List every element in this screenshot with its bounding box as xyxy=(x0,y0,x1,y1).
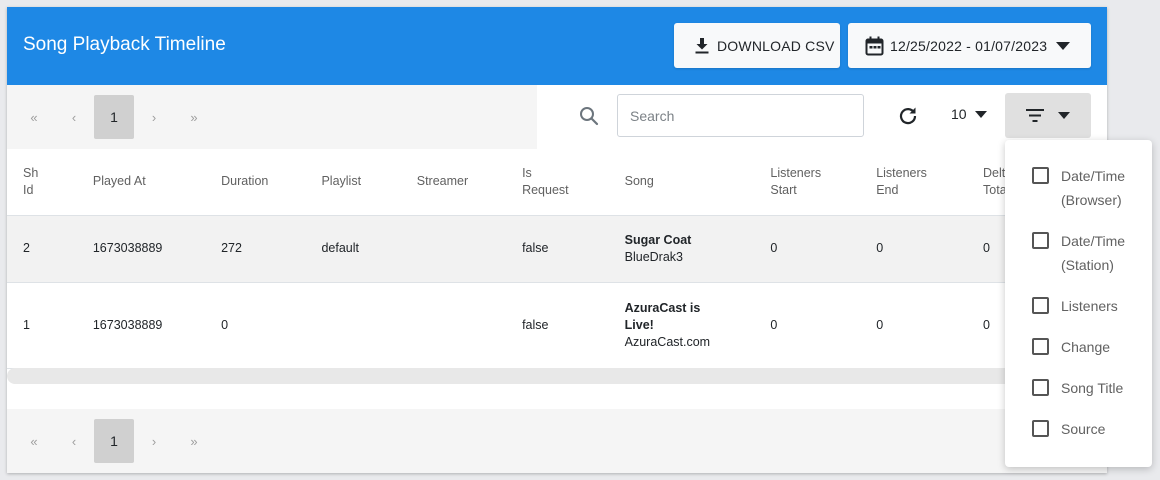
caret-down-icon xyxy=(1058,112,1070,119)
column-header-playlist[interactable]: Playlist xyxy=(305,149,401,216)
column-toggle-datetime-browser[interactable]: Date/Time (Browser) xyxy=(1032,164,1151,212)
filter-icon xyxy=(1026,109,1044,122)
column-toggle-label: Source xyxy=(1061,421,1106,437)
page-current-button[interactable]: 1 xyxy=(94,419,134,463)
song-title: Sugar Coat xyxy=(624,232,692,247)
column-toggle-label: Date/Time (Station) xyxy=(1061,233,1126,273)
cell-listeners-end: 0 xyxy=(860,215,968,283)
timeline-table: Sh Id Played At Duration Playlist Stream… xyxy=(7,149,1107,369)
page-current-button[interactable]: 1 xyxy=(94,95,134,139)
download-icon xyxy=(695,37,709,53)
column-toggle-label: Change xyxy=(1061,339,1111,355)
cell-is-request: false xyxy=(506,215,609,283)
column-toggle-change[interactable]: Change xyxy=(1032,335,1151,359)
column-header-sh-id[interactable]: Sh Id xyxy=(7,149,77,216)
column-header-listeners-start[interactable]: Listeners Start xyxy=(754,149,861,216)
page-next-button[interactable]: › xyxy=(134,95,174,139)
per-page-select[interactable]: 10 xyxy=(951,106,987,122)
column-toggle-label: Song Title xyxy=(1061,380,1124,396)
column-header-played-at[interactable]: Played At xyxy=(76,149,206,216)
pagination-top: « ‹ 1 › » xyxy=(7,85,537,149)
cell-duration: 272 xyxy=(205,215,306,283)
download-csv-button[interactable]: DOWNLOAD CSV xyxy=(674,23,840,68)
column-visibility-menu: Date/Time (Browser) Date/Time (Station) … xyxy=(1005,140,1152,467)
column-toggle-label: Date/Time (Browser) xyxy=(1061,168,1126,208)
table-row: 2 1673038889 272 default false Sugar Coa… xyxy=(7,215,1107,283)
checkbox[interactable] xyxy=(1032,338,1049,355)
cell-streamer xyxy=(400,282,507,369)
refresh-icon[interactable] xyxy=(898,106,918,126)
cell-played-at: 1673038889 xyxy=(76,215,206,283)
cell-playlist: default xyxy=(305,215,401,283)
page-last-button[interactable]: » xyxy=(174,419,214,463)
table-header-row: Sh Id Played At Duration Playlist Stream… xyxy=(7,149,1107,216)
cell-listeners-start: 0 xyxy=(754,282,861,369)
checkbox[interactable] xyxy=(1032,167,1049,184)
table-row: 1 1673038889 0 false AzuraCast is Live! … xyxy=(7,282,1107,369)
cell-listeners-end: 0 xyxy=(860,282,968,369)
column-toggle-label: Listeners xyxy=(1061,298,1118,314)
cell-is-request: false xyxy=(506,282,609,369)
cell-duration: 0 xyxy=(205,282,306,369)
date-range-label: 12/25/2022 - 01/07/2023 xyxy=(890,37,1048,54)
calendar-icon xyxy=(865,36,884,55)
column-filter-button[interactable] xyxy=(1005,93,1091,138)
column-header-duration[interactable]: Duration xyxy=(205,149,306,216)
checkbox[interactable] xyxy=(1032,232,1049,249)
pagination-bottom: « ‹ 1 › » xyxy=(7,409,1107,473)
timeline-card: Song Playback Timeline DOWNLOAD CSV 12/2… xyxy=(7,7,1107,473)
cell-sh-id: 2 xyxy=(7,215,77,283)
page-prev-button[interactable]: ‹ xyxy=(54,95,94,139)
column-toggle-listeners[interactable]: Listeners xyxy=(1032,294,1151,318)
checkbox[interactable] xyxy=(1032,379,1049,396)
card-header: Song Playback Timeline DOWNLOAD CSV 12/2… xyxy=(7,7,1107,85)
date-range-button[interactable]: 12/25/2022 - 01/07/2023 xyxy=(848,23,1091,68)
checkbox[interactable] xyxy=(1032,420,1049,437)
horizontal-scrollbar[interactable] xyxy=(7,368,1107,384)
cell-played-at: 1673038889 xyxy=(76,282,206,369)
cell-song: Sugar Coat BlueDrak3 xyxy=(608,215,755,283)
search-input[interactable] xyxy=(617,94,864,137)
page-next-button[interactable]: › xyxy=(134,419,174,463)
song-artist: AzuraCast.com xyxy=(624,334,711,349)
column-header-listeners-end[interactable]: Listeners End xyxy=(860,149,968,216)
caret-down-icon xyxy=(1056,41,1071,50)
cell-song: AzuraCast is Live! AzuraCast.com xyxy=(608,282,755,369)
download-csv-label: DOWNLOAD CSV xyxy=(717,37,835,54)
cell-sh-id: 1 xyxy=(7,282,77,369)
column-toggle-source[interactable]: Source xyxy=(1032,417,1151,441)
page-title: Song Playback Timeline xyxy=(23,34,226,55)
cell-listeners-start: 0 xyxy=(754,215,861,283)
cell-streamer xyxy=(400,215,507,283)
song-artist: BlueDrak3 xyxy=(624,249,684,264)
column-header-song[interactable]: Song xyxy=(608,149,755,216)
cell-playlist xyxy=(305,282,401,369)
search-icon xyxy=(580,107,599,126)
per-page-value: 10 xyxy=(951,106,967,122)
column-header-is-request[interactable]: Is Request xyxy=(506,149,609,216)
page-first-button[interactable]: « xyxy=(14,95,54,139)
column-toggle-song-title[interactable]: Song Title xyxy=(1032,376,1151,400)
column-toggle-datetime-station[interactable]: Date/Time (Station) xyxy=(1032,229,1151,277)
page-prev-button[interactable]: ‹ xyxy=(54,419,94,463)
checkbox[interactable] xyxy=(1032,297,1049,314)
caret-down-icon xyxy=(974,110,987,118)
song-title: AzuraCast is Live! xyxy=(624,300,701,332)
column-header-streamer[interactable]: Streamer xyxy=(400,149,507,216)
page-last-button[interactable]: » xyxy=(174,95,214,139)
page-first-button[interactable]: « xyxy=(14,419,54,463)
